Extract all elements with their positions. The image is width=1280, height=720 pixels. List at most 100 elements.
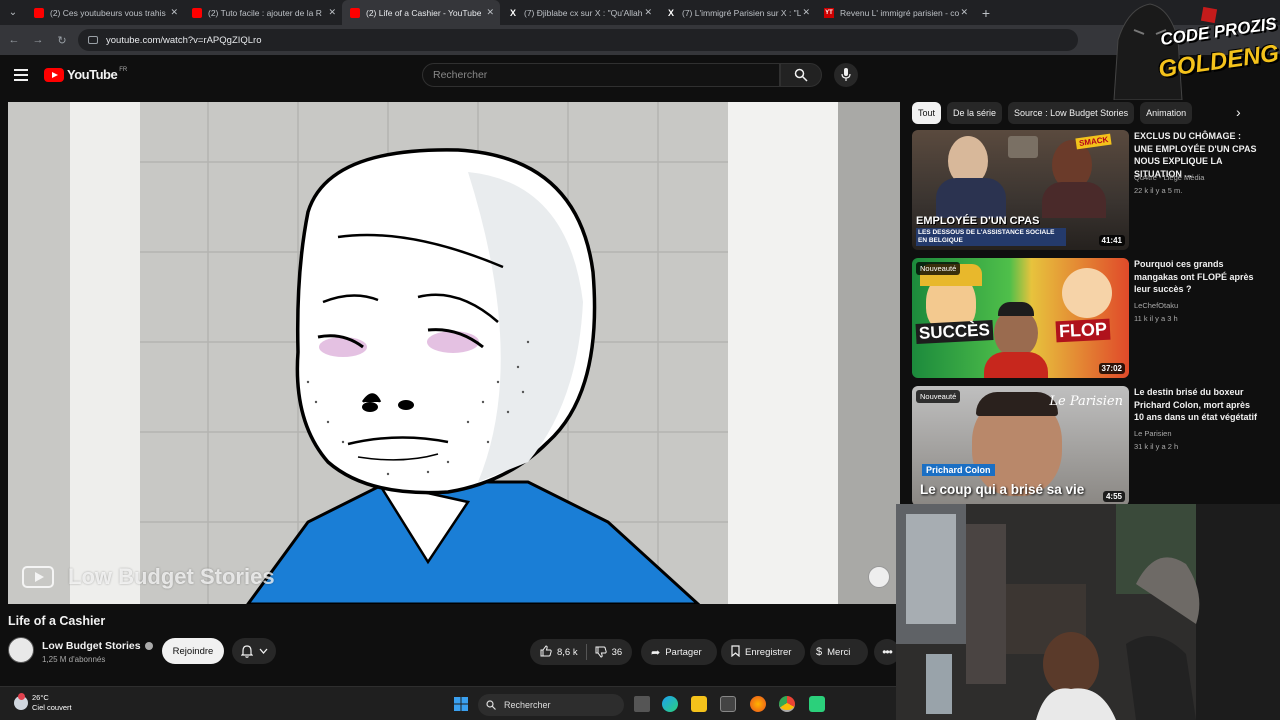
thumb-subline: LES DESSOUS DE L'ASSISTANCE SOCIALE EN B… xyxy=(916,228,1066,246)
watermark-text: Low Budget Stories xyxy=(68,564,275,589)
notification-button[interactable] xyxy=(232,638,276,664)
thumbs-down-icon xyxy=(595,646,607,658)
chip-series[interactable]: De la série xyxy=(947,102,1003,124)
recommendation-item[interactable]: SMACK EMPLOYÉE D'UN CPAS LES DESSOUS DE … xyxy=(912,130,1272,250)
super-thanks-icon: $ xyxy=(816,646,823,658)
forward-icon[interactable]: → xyxy=(26,34,50,46)
thumb-host-hair xyxy=(998,302,1034,316)
x-favicon-icon: X xyxy=(509,7,516,18)
like-button[interactable] xyxy=(540,644,552,660)
tab-label: (7) Đjiblabe cx sur X : "Qu'Allah xyxy=(524,7,643,18)
dislike-button[interactable] xyxy=(595,646,612,658)
thumb-host-body xyxy=(984,352,1048,378)
recommendation-channel[interactable]: LeChefOtaku xyxy=(1134,301,1178,310)
browser-tab[interactable]: X (7) Đjiblabe cx sur X : "Qu'Allah ✕ xyxy=(500,0,658,25)
youtube-wordmark: YouTube xyxy=(67,67,118,82)
save-label: Enregistrer xyxy=(745,646,792,658)
browser-tab-active[interactable]: (2) Life of a Cashier - YouTube ✕ xyxy=(342,0,500,25)
recommendation-meta: 22 k il y a 5 m. xyxy=(1134,186,1183,195)
store-icon[interactable] xyxy=(720,696,736,712)
recommendation-channel[interactable]: Qu4tre - Liège Média xyxy=(1134,173,1204,182)
chevron-right-icon[interactable]: › xyxy=(1236,104,1241,120)
chip-source[interactable]: Source : Low Budget Stories xyxy=(1008,102,1135,124)
youtube-favicon-icon xyxy=(34,7,44,18)
youtube-logo[interactable]: YouTube FR xyxy=(44,67,127,82)
country-code: FR xyxy=(119,66,128,73)
recommendation-title[interactable]: Pourquoi ces grands mangakas ont FLOPÉ a… xyxy=(1134,258,1262,296)
new-badge: Nouveauté xyxy=(916,262,961,275)
close-icon[interactable]: ✕ xyxy=(170,7,178,18)
close-icon[interactable]: ✕ xyxy=(960,7,968,18)
browser-tab[interactable]: (2) Tuto facile : ajouter de la R ✕ xyxy=(184,0,342,25)
channel-avatar[interactable] xyxy=(8,637,34,663)
video-player[interactable]: Low Budget Stories xyxy=(8,102,900,604)
thumb-person-left-body xyxy=(936,178,1006,218)
reload-icon[interactable]: ↻ xyxy=(50,34,74,47)
channel-name-row[interactable]: Low Budget Stories xyxy=(42,640,153,652)
back-icon[interactable]: ← xyxy=(2,34,26,46)
browser-tab[interactable]: YT Revenu L' immigré parisien - co ✕ xyxy=(816,0,974,25)
chip-all[interactable]: Tout xyxy=(912,102,942,124)
thumb-typewriter xyxy=(1008,136,1038,158)
chrome-icon[interactable] xyxy=(779,696,795,712)
cloud-icon xyxy=(14,693,28,710)
new-tab-icon[interactable]: + xyxy=(974,5,998,21)
close-icon[interactable]: ✕ xyxy=(486,7,494,18)
video-thumbnail[interactable]: Le Parisien Prichard Colon Le coup qui a… xyxy=(912,386,1129,506)
recommendation-item[interactable]: SUCCÈS FLOP Nouveauté 37:02 Pourquoi ces… xyxy=(912,258,1272,378)
bell-icon xyxy=(240,644,253,658)
temperature: 26°C xyxy=(32,693,49,702)
video-duration: 37:02 xyxy=(1098,363,1125,374)
recommendation-item[interactable]: Le Parisien Prichard Colon Le coup qui a… xyxy=(912,386,1272,506)
taskbar-search[interactable]: Rechercher xyxy=(478,694,624,716)
thumb-brand: Le Parisien xyxy=(1049,394,1123,409)
share-label: Partager xyxy=(665,646,702,658)
recommendation-channel[interactable]: Le Parisien xyxy=(1134,429,1172,438)
video-thumbnail[interactable]: SUCCÈS FLOP Nouveauté 37:02 xyxy=(912,258,1129,378)
close-icon[interactable]: ✕ xyxy=(802,7,810,18)
close-icon[interactable]: ✕ xyxy=(644,7,652,18)
app-icon[interactable] xyxy=(809,696,825,712)
browser-tab[interactable]: X (7) L'immigré Parisien sur X : "L ✕ xyxy=(658,0,816,25)
file-explorer-icon[interactable] xyxy=(691,696,707,712)
search-icon xyxy=(486,700,496,710)
browser-tab[interactable]: (2) Ces youtubeurs vous trahis ✕ xyxy=(26,0,184,25)
channel-watermark: Low Budget Stories xyxy=(22,564,275,590)
site-info-icon[interactable] xyxy=(88,36,98,44)
stream-logo-overlay: CODE PROZIS GOLDENG xyxy=(1108,0,1280,101)
menu-icon[interactable] xyxy=(14,69,28,81)
screen: ⌄ (2) Ces youtubeurs vous trahis ✕ (2) T… xyxy=(0,0,1280,720)
chip-animation[interactable]: Animation xyxy=(1140,102,1193,124)
dislike-count: 36 xyxy=(611,646,623,658)
search-input[interactable]: Rechercher xyxy=(422,63,780,87)
join-button[interactable]: Rejoindre xyxy=(162,638,224,664)
search-button[interactable] xyxy=(780,63,822,87)
chevron-down-icon xyxy=(259,648,267,654)
firefox-icon[interactable] xyxy=(750,696,766,712)
browser-toolbar: ← → ↻ youtube.com/watch?v=rAPQgZIQLro xyxy=(0,25,1280,55)
youtube-header: YouTube FR Rechercher xyxy=(0,55,1280,99)
recommendation-meta: 31 k il y a 2 h xyxy=(1134,442,1179,451)
verified-icon xyxy=(144,642,153,650)
windows-start-icon[interactable] xyxy=(454,697,468,711)
share-button[interactable]: ➦ Partager xyxy=(641,639,717,665)
save-button[interactable]: Enregistrer xyxy=(721,639,805,665)
weather-widget[interactable]: 26°C Ciel couvert xyxy=(14,693,72,713)
yt-news-favicon-icon: YT xyxy=(824,7,834,18)
play-logo-icon xyxy=(22,566,54,588)
close-icon[interactable]: ✕ xyxy=(328,7,336,18)
thumb-left-word: SUCCÈS xyxy=(915,320,994,344)
thumb-name-tag: Prichard Colon xyxy=(922,464,995,476)
voice-search-button[interactable] xyxy=(834,63,858,87)
edge-icon[interactable] xyxy=(662,696,678,712)
task-view-icon[interactable] xyxy=(634,696,650,712)
tab-search-chevron-icon[interactable]: ⌄ xyxy=(0,0,26,25)
video-duration: 4:55 xyxy=(1102,491,1125,502)
search-icon xyxy=(794,68,808,82)
channel-branding-icon[interactable] xyxy=(868,566,890,588)
address-bar[interactable]: youtube.com/watch?v=rAPQgZIQLro xyxy=(78,29,1078,51)
thanks-button[interactable]: $ Merci xyxy=(810,639,868,665)
recommendation-title[interactable]: Le destin brisé du boxeur Prichard Colon… xyxy=(1134,386,1262,424)
video-thumbnail[interactable]: SMACK EMPLOYÉE D'UN CPAS LES DESSOUS DE … xyxy=(912,130,1129,250)
thumb-person-right-body xyxy=(1042,182,1106,218)
